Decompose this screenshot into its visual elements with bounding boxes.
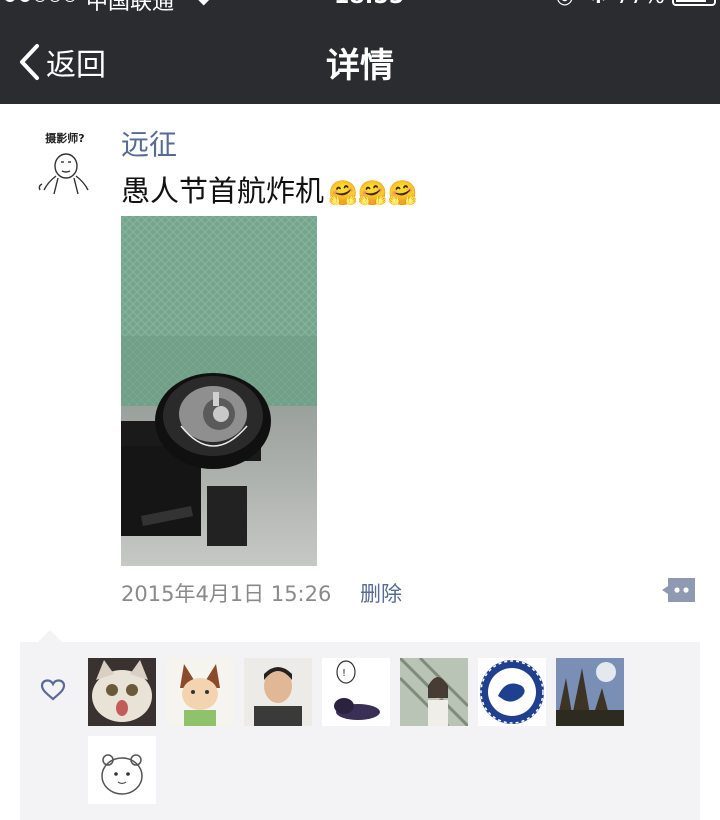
page-title: 详情 [326,46,394,86]
post-text-content: 愚人节首航炸机 [121,174,325,208]
liker-avatar-trees[interactable] [556,658,624,726]
avatar[interactable]: 摄影师? [34,128,96,198]
post-photo[interactable] [121,216,317,566]
bluetooth-icon: ✱ [590,0,607,8]
status-bar: 中国联通 ◆ 18:55 ◎ ✱ 77% [0,0,720,15]
status-time: 18:55 [334,0,404,9]
liker-avatar-cartoon-boy[interactable] [166,658,234,726]
heart-icon [40,678,66,706]
liker-avatar-girl[interactable] [400,658,468,726]
battery-icon [672,0,716,6]
liker-avatar-hamster[interactable] [88,736,156,804]
signal-icon [4,0,76,2]
carrier-name: 中国联通 [86,0,175,15]
post-timestamp: 2015年4月1日 15:26 [121,582,332,606]
svg-text:!: ! [342,668,346,679]
liker-avatar-man[interactable] [244,658,312,726]
liker-avatar-cat[interactable] [88,658,156,726]
wifi-icon: ◆ [196,0,211,8]
author-name[interactable]: 远征 [121,123,177,163]
battery-percent: 77% [616,0,665,9]
comment-button[interactable] [660,576,698,604]
liker-avatar-sleeping-girl[interactable]: ! [322,658,390,726]
rotation-lock-icon: ◎ [556,0,573,8]
comment-icon [662,578,695,602]
post-text: 愚人节首航炸机 🤗🤗🤗 [121,168,418,210]
hug-emoji: 🤗🤗🤗 [328,179,418,207]
liker-avatar-blue-pattern[interactable] [478,658,546,726]
top-bar: 中国联通 ◆ 18:55 ◎ ✱ 77% 返回 详情 [0,0,720,104]
delete-button[interactable]: 删除 [360,578,402,608]
likes-pointer [38,630,62,642]
